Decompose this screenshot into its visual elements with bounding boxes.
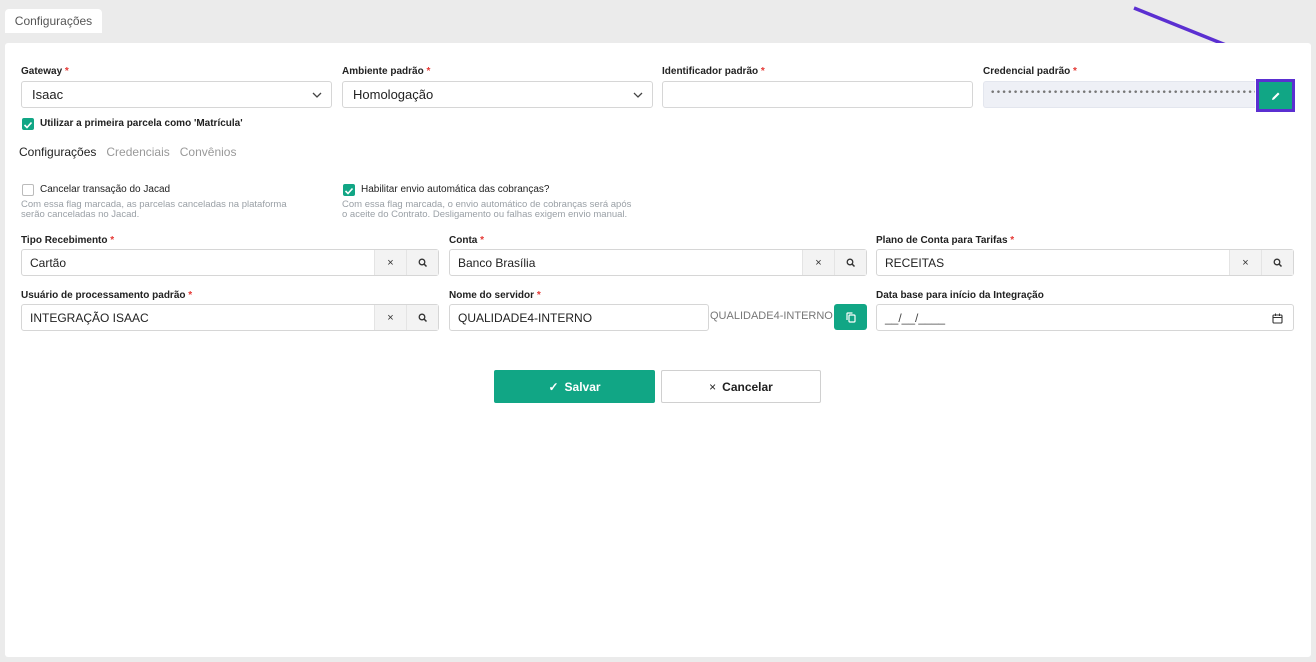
- plano-conta-label: Plano de Conta para Tarifas *: [876, 235, 1015, 246]
- search-icon[interactable]: [406, 305, 438, 330]
- usuario-processamento-label: Usuário de processamento padrão *: [21, 290, 193, 301]
- cancel-label: Cancelar: [722, 379, 773, 394]
- page-tab-configuracoes[interactable]: Configurações: [5, 9, 102, 33]
- settings-card: Gateway * Ambiente padrão * Identificado…: [5, 43, 1311, 657]
- close-icon: ×: [709, 379, 717, 394]
- plano-conta-field[interactable]: RECEITAS ×: [876, 249, 1294, 276]
- check-icon: [344, 187, 354, 195]
- cancel-button[interactable]: × Cancelar: [661, 370, 821, 403]
- check-icon: ✓: [548, 379, 559, 394]
- usuario-processamento-field[interactable]: INTEGRAÇÃO ISAAC ×: [21, 304, 439, 331]
- ambiente-value: Homologação: [353, 87, 434, 102]
- ambiente-select[interactable]: Homologação: [342, 81, 653, 108]
- pencil-icon: [1271, 92, 1279, 100]
- primeira-parcela-checkbox[interactable]: [22, 118, 34, 130]
- credencial-input[interactable]: ••••••••••••••••••••••••••••••••••••••••…: [983, 81, 1255, 108]
- calendar-icon[interactable]: [1272, 313, 1283, 324]
- identificador-label: Identificador padrão *: [662, 66, 765, 77]
- gateway-label: Gateway *: [21, 66, 69, 77]
- copy-icon: [845, 311, 856, 323]
- clear-icon[interactable]: ×: [374, 250, 406, 275]
- nome-servidor-label: Nome do servidor *: [449, 290, 541, 301]
- primeira-parcela-label: Utilizar a primeira parcela como 'Matríc…: [40, 118, 243, 129]
- check-icon: [23, 121, 33, 129]
- plano-conta-value: RECEITAS: [885, 255, 945, 270]
- data-base-placeholder: __/__/____: [885, 310, 946, 325]
- tab-convenios[interactable]: Convênios: [180, 145, 237, 161]
- habilitar-envio-hint: Com essa flag marcada, o envio automátic…: [342, 199, 632, 220]
- tipo-recebimento-value: Cartão: [30, 255, 67, 270]
- usuario-processamento-value: INTEGRAÇÃO ISAAC: [30, 310, 149, 325]
- data-base-label: Data base para início da Integração: [876, 290, 1044, 301]
- credencial-masked: ••••••••••••••••••••••••••••••••••••••••…: [990, 88, 1255, 98]
- cancelar-transacao-checkbox[interactable]: [22, 184, 34, 196]
- credencial-label: Credencial padrão *: [983, 66, 1077, 77]
- tipo-recebimento-label: Tipo Recebimento *: [21, 235, 115, 246]
- clear-icon[interactable]: ×: [374, 305, 406, 330]
- data-base-input[interactable]: __/__/____: [876, 304, 1294, 331]
- copy-button[interactable]: [834, 304, 867, 330]
- conta-field[interactable]: Banco Brasília ×: [449, 249, 867, 276]
- save-label: Salvar: [564, 379, 601, 394]
- edit-credential-button[interactable]: [1256, 79, 1295, 112]
- chevron-down-icon: [312, 92, 322, 98]
- search-icon[interactable]: [1261, 250, 1293, 275]
- habilitar-envio-checkbox[interactable]: [343, 184, 355, 196]
- gateway-select[interactable]: Isaac: [21, 81, 332, 108]
- search-icon[interactable]: [834, 250, 866, 275]
- gateway-value: Isaac: [32, 87, 64, 102]
- conta-label: Conta *: [449, 235, 485, 246]
- search-icon[interactable]: [406, 250, 438, 275]
- identificador-input[interactable]: [662, 81, 973, 108]
- tab-credenciais[interactable]: Credenciais: [106, 145, 169, 161]
- nome-servidor-display: QUALIDADE4-INTERNO: [710, 310, 833, 322]
- tab-configuracoes[interactable]: Configurações: [19, 145, 96, 161]
- ambiente-label: Ambiente padrão *: [342, 66, 431, 77]
- tipo-recebimento-field[interactable]: Cartão ×: [21, 249, 439, 276]
- cancelar-transacao-label: Cancelar transação do Jacad: [40, 184, 171, 195]
- clear-icon[interactable]: ×: [1229, 250, 1261, 275]
- conta-value: Banco Brasília: [458, 255, 536, 270]
- save-button[interactable]: ✓ Salvar: [494, 370, 655, 403]
- cancelar-transacao-hint: Com essa flag marcada, as parcelas cance…: [21, 199, 287, 220]
- clear-icon[interactable]: ×: [802, 250, 834, 275]
- habilitar-envio-label: Habilitar envio automática das cobranças…: [361, 184, 550, 195]
- nome-servidor-input[interactable]: QUALIDADE4-INTERNO: [449, 304, 709, 331]
- tabs-bar: Configurações Credenciais Convênios: [19, 145, 236, 161]
- chevron-down-icon: [633, 92, 643, 98]
